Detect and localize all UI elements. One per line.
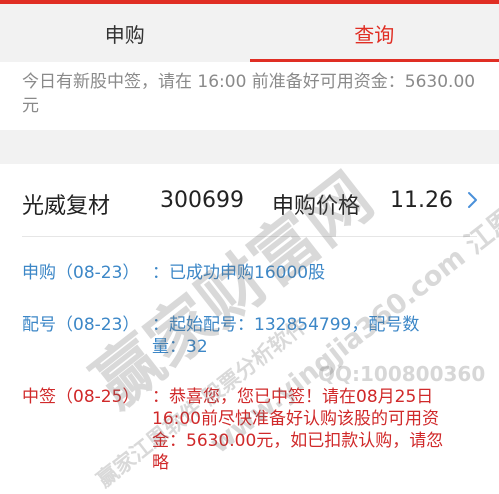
price-value: 11.26 [390,188,453,213]
record-text: ：恭喜您，您已中签！请在08月25日16:00前尽快准备好认购该股的可用资金：5… [152,386,452,474]
record-text: ：已成功申购16000股 [152,262,452,284]
record-label: 中签（08-25） [22,386,152,474]
tab-query[interactable]: 查询 [250,4,499,62]
tab-bar: 申购 查询 [0,4,499,62]
stock-row[interactable]: 光威复材 300699 申购价格 11.26 [0,164,499,236]
record-text: ：起始配号：132854799，配号数量：32 [152,314,452,358]
tab-subscribe[interactable]: 申购 [0,4,250,62]
price-label: 申购价格 [272,188,360,220]
record-label: 配号（08-23） [22,314,152,358]
record-allotment-number: 配号（08-23） ：起始配号：132854799，配号数量：32 [22,314,452,358]
section-gap [0,130,499,164]
record-label: 申购（08-23） [22,262,152,284]
stock-name: 光威复材 [22,188,110,220]
chevron-right-icon[interactable] [463,190,483,210]
stock-card: 光威复材 300699 申购价格 11.26 申购（08-23） ：已成功申购1… [0,164,499,491]
divider [22,236,477,237]
record-winning: 中签（08-25） ：恭喜您，您已中签！请在08月25日16:00前尽快准备好认… [22,386,452,474]
allotment-notice: 今日有新股中签，请在 16:00 前准备好可用资金：5630.00元 [0,62,499,130]
stock-code: 300699 [160,188,244,213]
record-subscribe: 申购（08-23） ：已成功申购16000股 [22,262,452,284]
